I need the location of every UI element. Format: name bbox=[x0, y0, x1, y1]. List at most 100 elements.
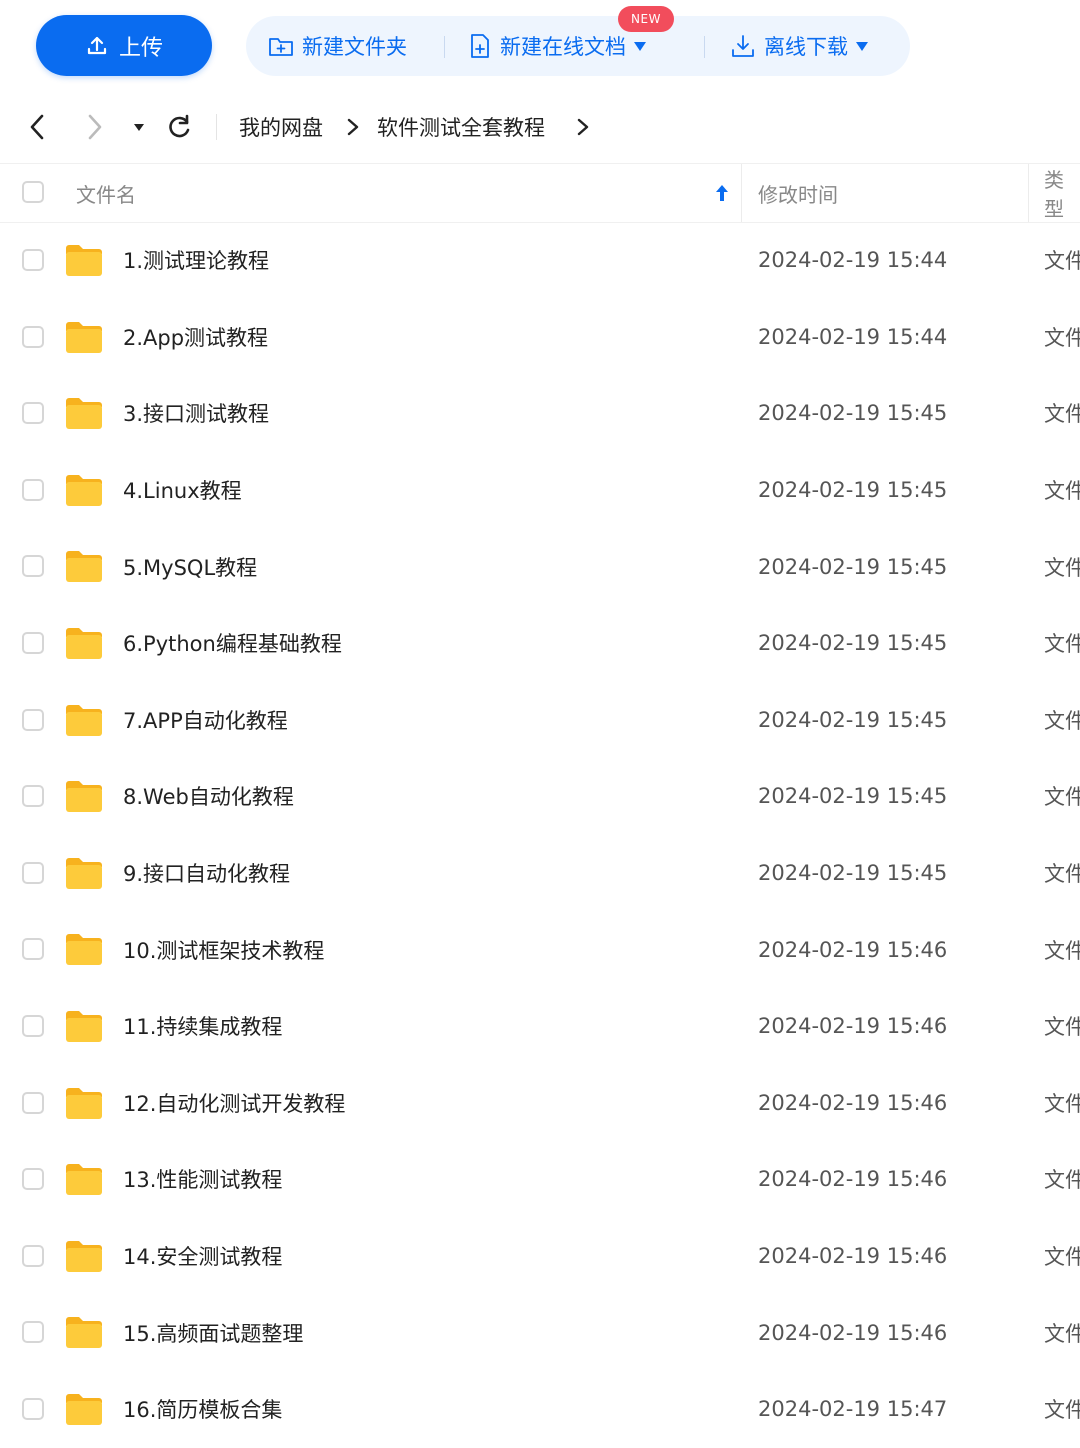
folder-icon bbox=[66, 321, 102, 353]
row-checkbox[interactable] bbox=[22, 1244, 44, 1267]
file-list: 1.测试理论教程 2024-02-19 15:44 文件夹 2.App测试教程 2024… bbox=[0, 222, 1080, 1448]
row-checkbox[interactable] bbox=[22, 938, 44, 961]
file-name[interactable]: 15.高频面试题整理 bbox=[123, 1294, 303, 1371]
separator bbox=[444, 36, 445, 58]
row-checkbox[interactable] bbox=[22, 1397, 44, 1420]
table-row[interactable]: 11.持续集成教程 2024-02-19 15:46 文件夹 bbox=[0, 988, 1080, 1065]
column-header-modified[interactable]: 修改时间 bbox=[758, 164, 838, 222]
offline-download-button[interactable]: 离线下载 bbox=[730, 16, 868, 76]
table-row[interactable]: 15.高频面试题整理 2024-02-19 15:46 文件夹 bbox=[0, 1294, 1080, 1371]
file-type: 文件夹 bbox=[1044, 862, 1080, 887]
caret-down-icon bbox=[134, 124, 144, 131]
file-name[interactable]: 2.App测试教程 bbox=[123, 299, 268, 376]
row-checkbox[interactable] bbox=[22, 555, 44, 578]
file-name[interactable]: 10.测试框架技术教程 bbox=[123, 911, 324, 988]
table-row[interactable]: 9.接口自动化教程 2024-02-19 15:45 文件夹 bbox=[0, 835, 1080, 912]
column-header-type[interactable]: 类型 bbox=[1044, 164, 1080, 222]
refresh-button[interactable] bbox=[162, 110, 196, 144]
table-row[interactable]: 2.App测试教程 2024-02-19 15:44 文件夹 bbox=[0, 299, 1080, 376]
navigation-bar: 我的网盘 软件测试全套教程 bbox=[0, 92, 1080, 162]
file-type: 文件夹 bbox=[1044, 1321, 1080, 1346]
row-checkbox[interactable] bbox=[22, 1091, 44, 1114]
file-type: 文件夹 bbox=[1044, 632, 1080, 657]
table-row[interactable]: 7.APP自动化教程 2024-02-19 15:45 文件夹 bbox=[0, 682, 1080, 759]
row-checkbox[interactable] bbox=[22, 861, 44, 884]
table-row[interactable]: 13.性能测试教程 2024-02-19 15:46 文件夹 bbox=[0, 1141, 1080, 1218]
row-checkbox[interactable] bbox=[22, 1321, 44, 1344]
file-type: 文件夹 bbox=[1044, 1245, 1080, 1270]
select-all-checkbox[interactable] bbox=[22, 181, 44, 203]
table-row[interactable]: 14.安全测试教程 2024-02-19 15:46 文件夹 bbox=[0, 1218, 1080, 1295]
folder-icon bbox=[66, 551, 102, 583]
row-checkbox[interactable] bbox=[22, 325, 44, 348]
row-checkbox[interactable] bbox=[22, 631, 44, 654]
file-modified-time: 2024-02-19 15:46 bbox=[758, 1090, 948, 1115]
file-name[interactable]: 8.Web自动化教程 bbox=[123, 758, 294, 835]
file-type: 文件夹 bbox=[1044, 1398, 1080, 1423]
table-row[interactable]: 8.Web自动化教程 2024-02-19 15:45 文件夹 bbox=[0, 758, 1080, 835]
forward-button[interactable] bbox=[78, 110, 112, 144]
arrow-left-icon bbox=[30, 114, 44, 140]
column-divider bbox=[741, 164, 742, 222]
breadcrumb-current[interactable]: 软件测试全套教程 bbox=[377, 92, 545, 162]
file-type: 文件夹 bbox=[1044, 325, 1080, 350]
folder-icon bbox=[66, 1393, 102, 1425]
column-header-name[interactable]: 文件名 bbox=[76, 164, 136, 222]
table-row[interactable]: 16.简历模板合集 2024-02-19 15:47 文件夹 bbox=[0, 1371, 1080, 1448]
folder-icon bbox=[66, 1087, 102, 1119]
file-name[interactable]: 5.MySQL教程 bbox=[123, 528, 257, 605]
action-bar: 新建文件夹 新建在线文档 离线下载 bbox=[246, 16, 910, 76]
file-modified-time: 2024-02-19 15:45 bbox=[758, 401, 948, 426]
row-checkbox[interactable] bbox=[22, 708, 44, 731]
file-modified-time: 2024-02-19 15:45 bbox=[758, 554, 948, 579]
file-name[interactable]: 1.测试理论教程 bbox=[123, 222, 269, 299]
table-row[interactable]: 1.测试理论教程 2024-02-19 15:44 文件夹 bbox=[0, 222, 1080, 299]
file-name[interactable]: 9.接口自动化教程 bbox=[123, 835, 290, 912]
chevron-right-icon bbox=[576, 92, 590, 162]
file-modified-time: 2024-02-19 15:45 bbox=[758, 707, 948, 732]
folder-icon bbox=[66, 704, 102, 736]
file-modified-time: 2024-02-19 15:46 bbox=[758, 1167, 948, 1192]
row-checkbox[interactable] bbox=[22, 249, 44, 271]
file-name[interactable]: 13.性能测试教程 bbox=[123, 1141, 282, 1218]
table-row[interactable]: 6.Python编程基础教程 2024-02-19 15:45 文件夹 bbox=[0, 605, 1080, 682]
row-checkbox[interactable] bbox=[22, 478, 44, 501]
table-row[interactable]: 5.MySQL教程 2024-02-19 15:45 文件夹 bbox=[0, 528, 1080, 605]
file-name[interactable]: 11.持续集成教程 bbox=[123, 988, 282, 1065]
row-checkbox[interactable] bbox=[22, 402, 44, 425]
file-name[interactable]: 16.简历模板合集 bbox=[123, 1371, 282, 1448]
table-header: 文件名 修改时间 类型 bbox=[0, 163, 1080, 223]
table-row[interactable]: 3.接口测试教程 2024-02-19 15:45 文件夹 bbox=[0, 375, 1080, 452]
file-type: 文件夹 bbox=[1044, 1015, 1080, 1040]
file-name[interactable]: 12.自动化测试开发教程 bbox=[123, 1065, 345, 1142]
row-checkbox[interactable] bbox=[22, 1014, 44, 1037]
new-folder-button[interactable]: 新建文件夹 bbox=[268, 16, 407, 76]
file-modified-time: 2024-02-19 15:46 bbox=[758, 1320, 948, 1345]
new-doc-icon bbox=[471, 34, 489, 58]
table-row[interactable]: 4.Linux教程 2024-02-19 15:45 文件夹 bbox=[0, 452, 1080, 529]
file-modified-time: 2024-02-19 15:46 bbox=[758, 1244, 948, 1269]
new-folder-label: 新建文件夹 bbox=[302, 35, 407, 59]
history-dropdown[interactable] bbox=[122, 110, 156, 144]
folder-icon bbox=[66, 857, 102, 889]
back-button[interactable] bbox=[20, 110, 54, 144]
file-name[interactable]: 14.安全测试教程 bbox=[123, 1218, 282, 1295]
table-row[interactable]: 10.测试框架技术教程 2024-02-19 15:46 文件夹 bbox=[0, 911, 1080, 988]
file-modified-time: 2024-02-19 15:47 bbox=[758, 1397, 948, 1422]
file-modified-time: 2024-02-19 15:45 bbox=[758, 861, 948, 886]
file-name[interactable]: 7.APP自动化教程 bbox=[123, 682, 288, 759]
upload-button[interactable]: 上传 bbox=[36, 15, 212, 76]
download-icon bbox=[732, 35, 754, 57]
separator bbox=[704, 36, 705, 58]
nav-divider bbox=[216, 114, 217, 140]
row-checkbox[interactable] bbox=[22, 1168, 44, 1191]
breadcrumb-root[interactable]: 我的网盘 bbox=[239, 92, 323, 162]
file-modified-time: 2024-02-19 15:46 bbox=[758, 1014, 948, 1039]
row-checkbox[interactable] bbox=[22, 785, 44, 808]
file-name[interactable]: 3.接口测试教程 bbox=[123, 375, 269, 452]
sort-ascending-icon[interactable] bbox=[714, 164, 730, 222]
file-name[interactable]: 6.Python编程基础教程 bbox=[123, 605, 342, 682]
table-row[interactable]: 12.自动化测试开发教程 2024-02-19 15:46 文件夹 bbox=[0, 1065, 1080, 1142]
new-badge: NEW bbox=[618, 6, 674, 32]
file-name[interactable]: 4.Linux教程 bbox=[123, 452, 242, 529]
